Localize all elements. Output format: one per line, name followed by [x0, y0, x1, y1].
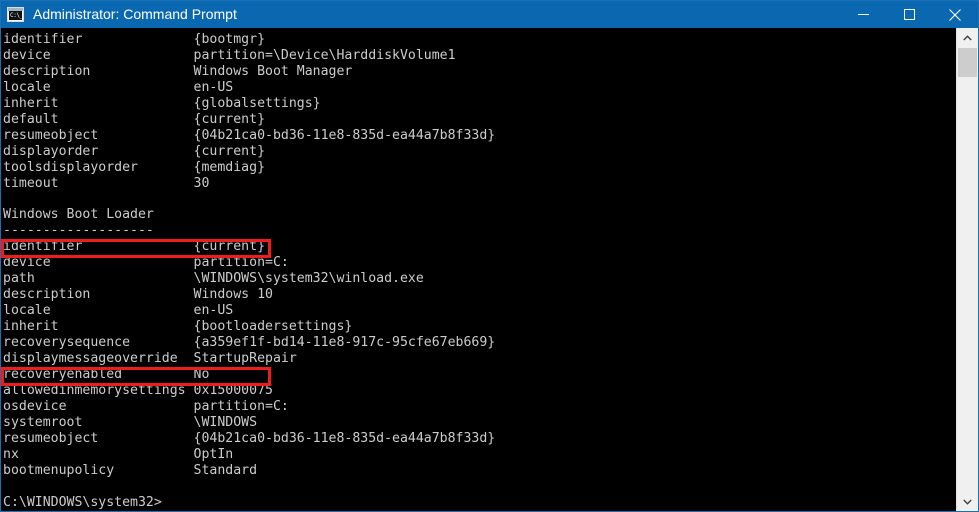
maximize-button[interactable] [886, 1, 932, 28]
minimize-button[interactable] [840, 1, 886, 28]
close-button[interactable] [932, 1, 978, 28]
icon-screen-text: C:\_ [9, 11, 22, 20]
minimize-icon [857, 14, 869, 15]
maximize-icon [903, 9, 915, 20]
title-bar[interactable]: C:\_ Administrator: Command Prompt [1, 1, 978, 28]
scroll-down-button[interactable] [957, 492, 978, 511]
window-controls [840, 1, 978, 28]
scrollbar-thumb[interactable] [958, 48, 977, 77]
scroll-up-button[interactable] [957, 28, 978, 47]
close-icon [949, 8, 961, 21]
scrollbar-track[interactable] [957, 47, 978, 492]
chevron-down-icon [963, 499, 972, 505]
chevron-up-icon [963, 34, 972, 40]
vertical-scrollbar[interactable] [956, 28, 978, 511]
window-title: Administrator: Command Prompt [33, 6, 237, 22]
console-text: identifier {bootmgr} device partition=\D… [3, 32, 496, 510]
command-prompt-window: C:\_ Administrator: Command Prompt ident… [0, 0, 979, 512]
console-output-area[interactable]: identifier {bootmgr} device partition=\D… [1, 28, 956, 511]
command-prompt-icon: C:\_ [7, 7, 24, 22]
